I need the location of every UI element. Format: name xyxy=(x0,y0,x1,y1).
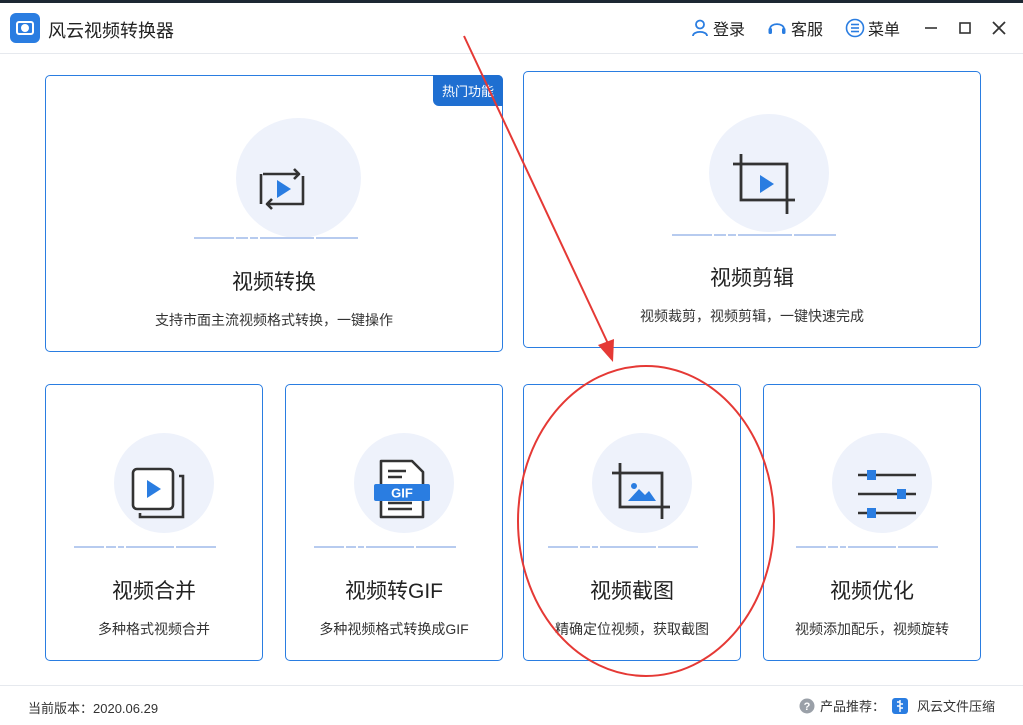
crop-image-icon xyxy=(612,463,670,519)
app-title: 风云视频转换器 xyxy=(48,21,174,41)
menu-button[interactable]: 菜单 xyxy=(845,16,900,40)
card-title: 视频合并 xyxy=(112,580,196,603)
card-video-optimize[interactable]: 视频优化 视频添加配乐，视频旋转 xyxy=(763,384,981,661)
decor-dashes xyxy=(548,546,700,548)
login-label: 登录 xyxy=(713,22,746,39)
merge-video-icon xyxy=(131,467,185,519)
card-description: 多种格式视频合并 xyxy=(98,621,210,637)
compress-app-icon xyxy=(891,697,908,714)
svg-text:?: ? xyxy=(804,701,811,713)
product-recommend[interactable]: ? 产品推荐： 风云文件压缩 xyxy=(799,696,995,715)
card-title: 视频截图 xyxy=(590,580,674,603)
version-label: 当前版本：2020.06.29 xyxy=(28,701,159,716)
help-icon: ? xyxy=(799,698,815,713)
minimize-icon xyxy=(925,27,937,29)
menu-list-icon xyxy=(845,18,865,38)
card-description: 支持市面主流视频格式转换，一键操作 xyxy=(155,312,393,328)
card-title: 视频优化 xyxy=(830,580,914,603)
headset-icon xyxy=(768,23,786,34)
card-description: 精确定位视频，获取截图 xyxy=(555,621,709,637)
card-title: 视频剪辑 xyxy=(710,267,794,290)
menu-label: 菜单 xyxy=(868,22,901,39)
sliders-icon xyxy=(858,470,916,518)
card-title: 视频转GIF xyxy=(345,580,443,603)
user-icon xyxy=(692,19,708,37)
card-video-convert[interactable]: 热门功能 视频转换 支持市面主流视频格式转换，一键操作 xyxy=(45,75,503,352)
app-logo-icon xyxy=(10,13,40,43)
card-video-screenshot[interactable]: 视频截图 精确定位视频，获取截图 xyxy=(523,384,741,661)
card-description: 视频裁剪，视频剪辑，一键快速完成 xyxy=(640,308,864,324)
recommend-label: 产品推荐： xyxy=(819,699,885,714)
gif-file-icon: GIF xyxy=(374,459,430,519)
crop-video-icon xyxy=(733,154,795,214)
close-icon xyxy=(992,21,1006,35)
decor-dashes xyxy=(796,546,940,548)
login-button[interactable]: 登录 xyxy=(690,16,745,40)
convert-video-icon xyxy=(259,168,305,210)
decor-dashes xyxy=(194,237,360,239)
maximize-icon xyxy=(959,22,971,34)
title-bar: 风云视频转换器 登录 客服 菜单 xyxy=(0,3,1023,54)
close-button[interactable] xyxy=(988,17,1010,39)
card-title: 视频转换 xyxy=(232,271,316,294)
minimize-button[interactable] xyxy=(920,17,942,39)
decor-dashes xyxy=(672,234,838,236)
decor-dashes xyxy=(74,546,218,548)
service-button[interactable]: 客服 xyxy=(766,16,823,40)
service-label: 客服 xyxy=(791,22,824,39)
card-video-to-gif[interactable]: GIF 视频转GIF 多种视频格式转换成GIF xyxy=(285,384,503,661)
recommend-product: 风云文件压缩 xyxy=(916,699,995,714)
card-description: 多种视频格式转换成GIF xyxy=(319,621,469,637)
hot-feature-badge: 热门功能 xyxy=(432,75,503,106)
decor-dashes xyxy=(314,546,458,548)
maximize-button[interactable] xyxy=(954,17,976,39)
card-video-edit[interactable]: 视频剪辑 视频裁剪，视频剪辑，一键快速完成 xyxy=(523,71,981,348)
status-bar: 当前版本：2020.06.29 ? 产品推荐： 风云文件压缩 xyxy=(0,685,1023,725)
card-description: 视频添加配乐，视频旋转 xyxy=(795,621,949,637)
gif-icon-text: GIF xyxy=(391,486,413,501)
card-video-merge[interactable]: 视频合并 多种格式视频合并 xyxy=(45,384,263,661)
